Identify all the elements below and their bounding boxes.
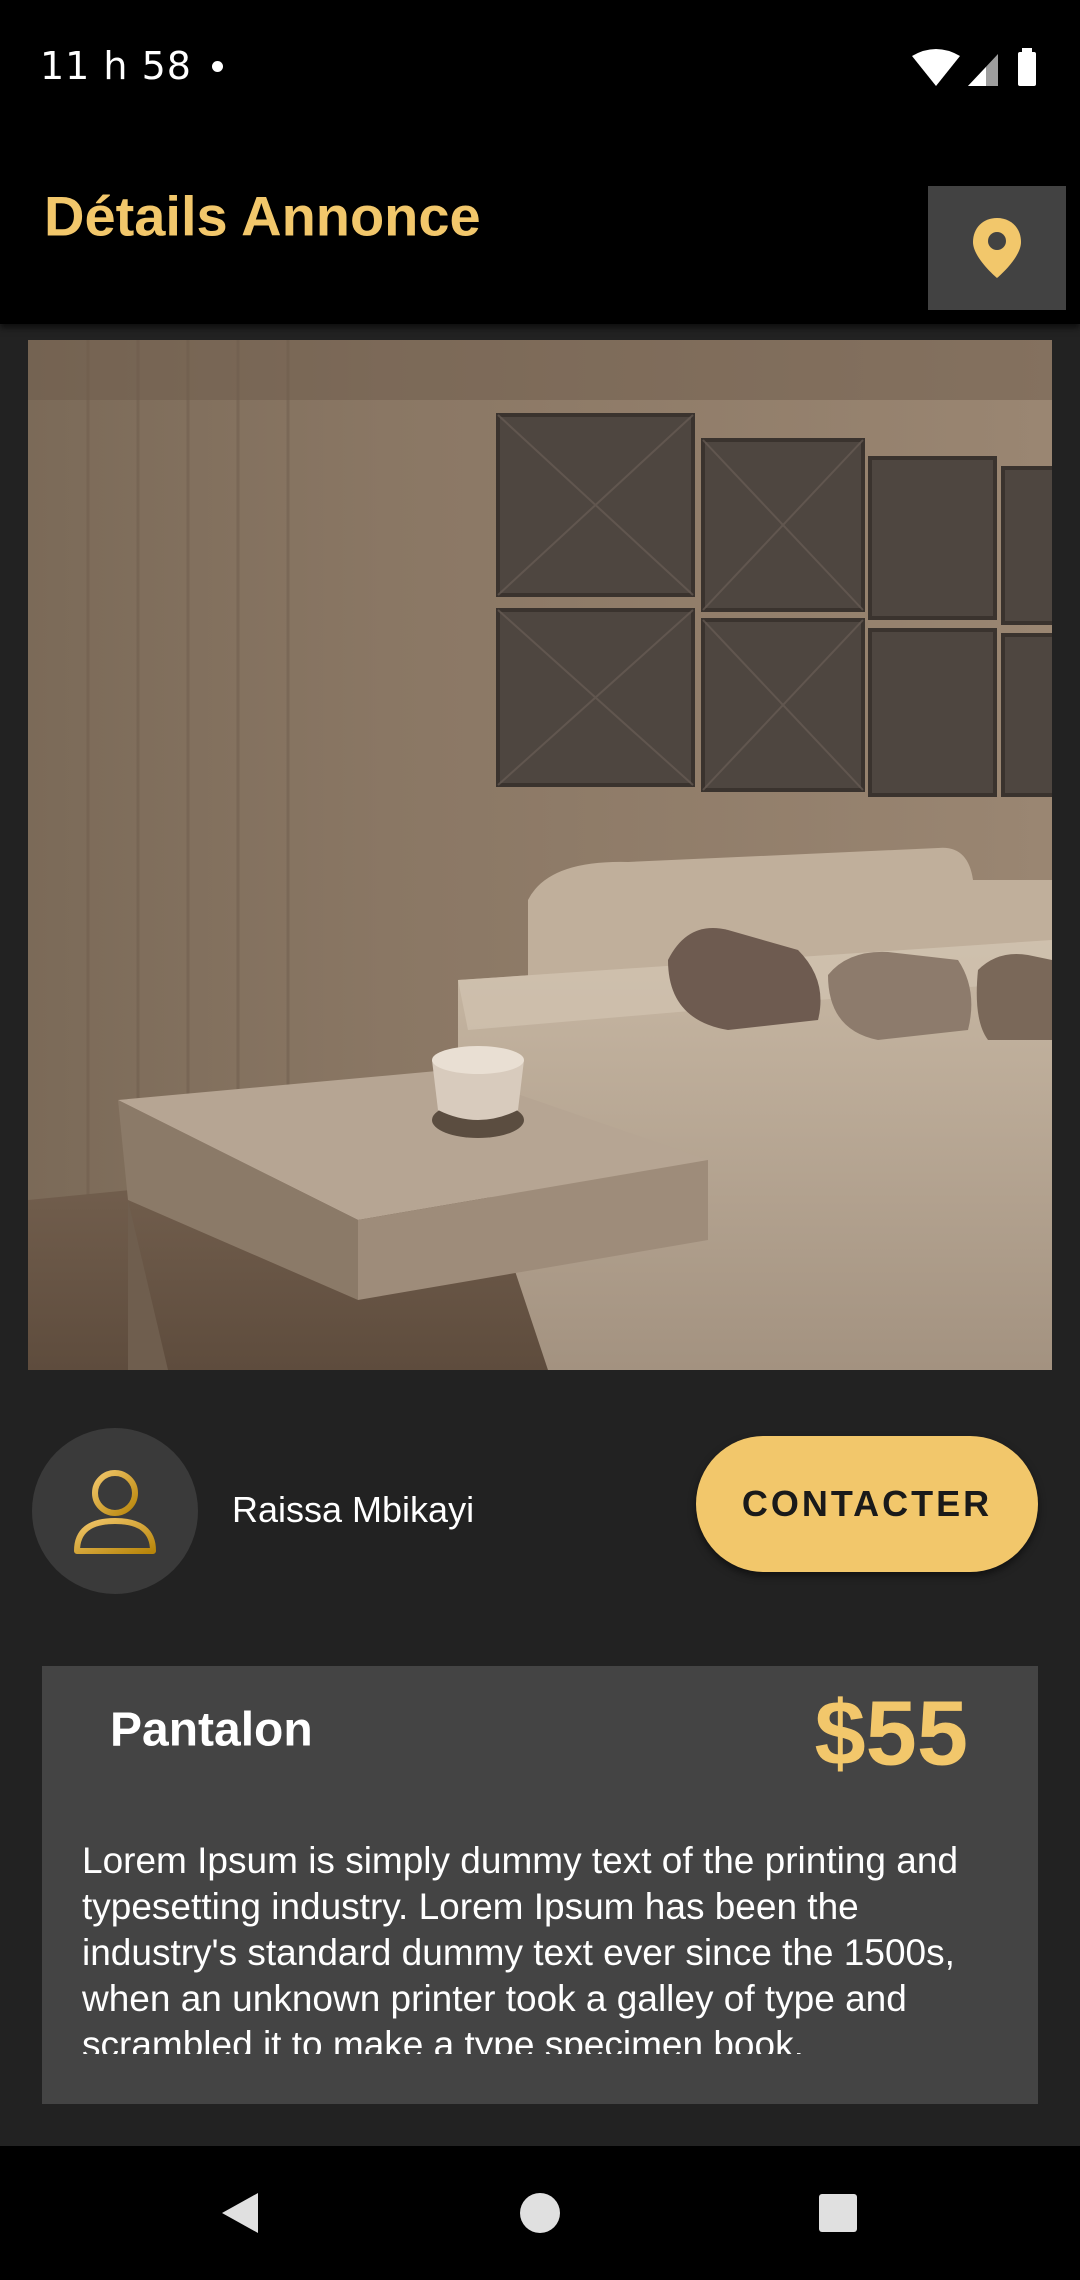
notification-dot-icon — [212, 61, 223, 72]
location-button[interactable] — [928, 186, 1066, 310]
recents-button[interactable] — [778, 2146, 898, 2280]
status-icons — [912, 48, 1036, 86]
item-price: $55 — [814, 1682, 969, 1785]
wifi-icon — [912, 49, 960, 86]
back-icon — [222, 2193, 258, 2233]
listing-card: Pantalon $55 Lorem Ipsum is simply dummy… — [42, 1666, 1038, 2104]
seller-name: Raissa Mbikayi — [232, 1489, 475, 1530]
listing-photo[interactable] — [28, 340, 1052, 1370]
app-bar: Détails Annonce — [0, 136, 1080, 324]
details-screen: 11 h 58 Détails Annonce Raissa Mbikayi C… — [0, 0, 1080, 2280]
status-time: 11 h 58 — [40, 44, 192, 88]
item-description[interactable]: Lorem Ipsum is simply dummy text of the … — [82, 1838, 998, 2054]
contact-button[interactable]: CONTACTER — [696, 1436, 1038, 1572]
home-button[interactable] — [480, 2146, 600, 2280]
listing-photo-image — [28, 340, 1052, 1370]
avatar[interactable] — [32, 1428, 198, 1594]
battery-icon — [1018, 48, 1036, 86]
item-title: Pantalon — [110, 1703, 313, 1757]
signal-icon — [968, 54, 998, 86]
main-content: Raissa Mbikayi CONTACTER Pantalon $55 Lo… — [0, 324, 1080, 2146]
recents-icon — [819, 2194, 857, 2232]
status-bar: 11 h 58 — [0, 0, 1080, 136]
user-icon — [74, 1470, 156, 1554]
home-icon — [520, 2193, 560, 2233]
page-title: Détails Annonce — [44, 184, 481, 248]
seller-row: Raissa Mbikayi CONTACTER — [0, 1424, 1080, 1594]
location-pin-icon — [973, 218, 1021, 278]
navigation-bar — [0, 2146, 1080, 2280]
back-button[interactable] — [180, 2146, 300, 2280]
